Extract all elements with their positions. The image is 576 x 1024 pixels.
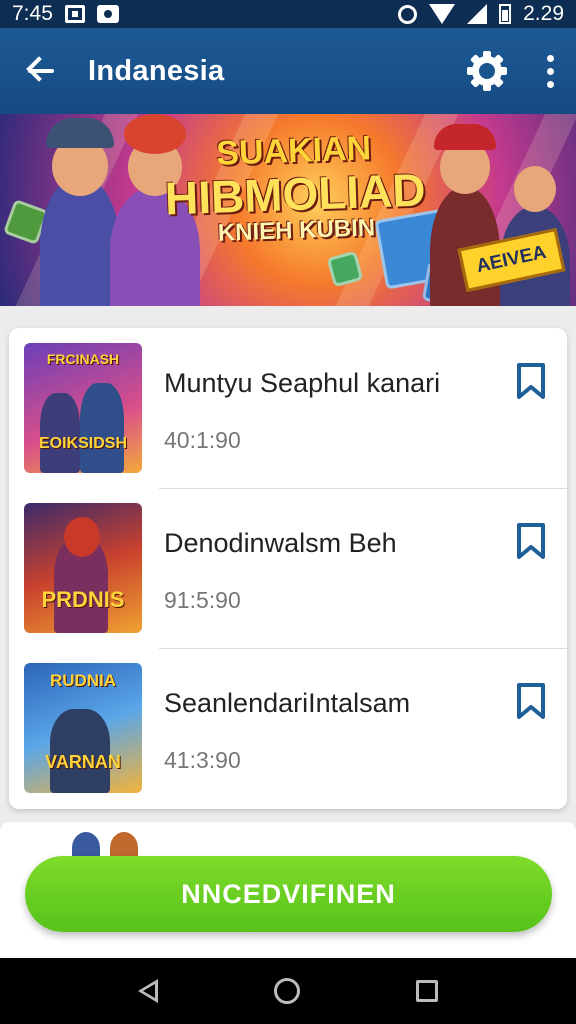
bookmark-icon[interactable]: [515, 682, 547, 720]
thumbnail-hair: [64, 517, 100, 557]
status-time: 7:45: [12, 2, 53, 25]
thumbnail-caption: PRDNIS: [41, 587, 125, 612]
nav-back-icon[interactable]: [138, 979, 158, 1003]
hero-left: [40, 118, 120, 306]
thumbnail-caption: EOIKSIDSH: [38, 435, 127, 452]
list-item-time: 91:5:90: [164, 587, 241, 613]
promo-banner[interactable]: SUAKIAN HIBMOLIAD KNIEH KUBIN AEIVEA: [0, 114, 576, 306]
thumbnail-title: RUDNIA: [49, 671, 117, 690]
list-item-time: 41:3:90: [164, 747, 241, 773]
menu-dot: [547, 67, 554, 75]
battery-icon: [499, 4, 512, 24]
thumbnail-figure: [80, 383, 124, 473]
alarm-icon: [398, 4, 418, 24]
wifi-icon: [429, 4, 456, 24]
thumbnail-figure: [40, 393, 80, 473]
gear-ring: [472, 56, 502, 86]
thumbnail-title: FRCINASH: [46, 351, 120, 367]
hero-cap: [434, 124, 496, 150]
bookmark-icon[interactable]: [515, 362, 547, 400]
status-left: 7:45: [12, 2, 119, 26]
game-thumbnail: FRCINASH EOIKSIDSH: [24, 343, 142, 473]
thumbnail-caption: VARNAN: [45, 752, 121, 772]
list-item[interactable]: FRCINASH EOIKSIDSH Muntyu Seaphul kanari…: [9, 328, 567, 488]
game-list-card: FRCINASH EOIKSIDSH Muntyu Seaphul kanari…: [9, 328, 567, 809]
list-item-text: Denodinwalsm Beh 91:5:90: [164, 522, 567, 614]
hero-face: [514, 166, 556, 212]
game-thumbnail: RUDNIA VARNAN: [24, 663, 142, 793]
list-item-title: Denodinwalsm Beh: [164, 528, 397, 558]
app-bar: Indanesia: [0, 28, 576, 114]
banner-title: SUAKIAN HIBMOLIAD KNIEH KUBIN: [158, 129, 432, 248]
arrow-left-icon[interactable]: [22, 53, 58, 89]
list-item[interactable]: RUDNIA VARNAN SeanlendariIntalsam 41:3:9…: [9, 648, 567, 808]
page-title: Indanesia: [88, 54, 225, 87]
list-item-text: SeanlendariIntalsam 41:3:90: [164, 682, 567, 774]
list-item-title: Muntyu Seaphul kanari: [164, 368, 441, 398]
list-item[interactable]: PRDNIS Denodinwalsm Beh 91:5:90: [9, 488, 567, 648]
status-right: 2.29: [398, 2, 564, 26]
status-bar: 7:45 2.29: [0, 0, 576, 28]
thumbnail-figure: [50, 709, 110, 793]
list-item-text: Muntyu Seaphul kanari 40:1:90: [164, 362, 567, 454]
picture-icon: [96, 5, 119, 23]
list-item-title: SeanlendariIntalsam: [164, 688, 411, 718]
screen: 7:45 2.29 Indanesia SUAKIAN HIBMOLIAD KN…: [0, 0, 576, 1024]
system-nav-bar: [0, 958, 576, 1024]
menu-dot: [547, 54, 554, 62]
arrow-head: [26, 56, 52, 82]
banner-line-2: HIBMOLIAD: [164, 163, 427, 225]
signal-icon: [467, 4, 488, 24]
screen-record-icon: [64, 5, 85, 23]
game-thumbnail: PRDNIS: [24, 503, 142, 633]
menu-dot: [547, 80, 554, 88]
gear-icon[interactable]: [467, 51, 507, 91]
nav-recents-icon[interactable]: [416, 980, 438, 1002]
list-item-time: 40:1:90: [164, 427, 241, 453]
primary-action-button[interactable]: NNCEDVIFINEN: [25, 856, 552, 932]
bookmark-icon[interactable]: [515, 522, 547, 560]
app-bar-actions: [467, 51, 554, 91]
more-vertical-icon[interactable]: [547, 54, 554, 88]
nav-home-icon[interactable]: [274, 978, 300, 1004]
battery-percent: 2.29: [523, 2, 564, 25]
